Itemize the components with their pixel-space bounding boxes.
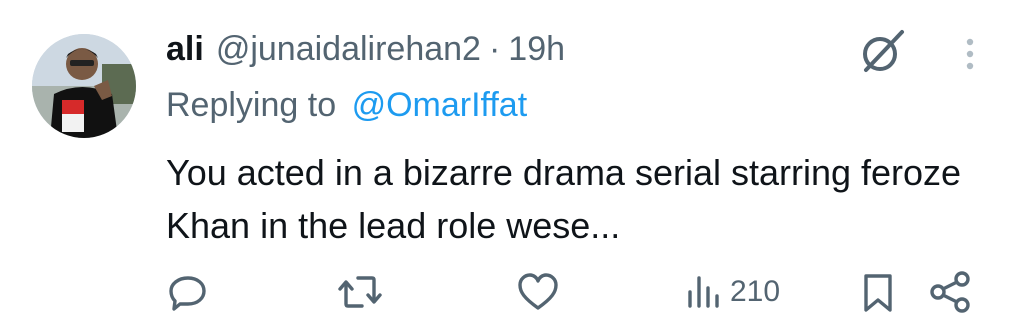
separator-dot: · xyxy=(488,30,501,68)
more-vertical-icon[interactable] xyxy=(950,34,990,74)
reply-icon xyxy=(166,270,210,314)
views-bar-chart-icon xyxy=(686,270,722,314)
user-handle[interactable]: @junaidalirehan2 xyxy=(216,30,481,69)
tweet-header: ali @junaidalirehan2 · 19h xyxy=(166,30,565,76)
bookmark-icon xyxy=(858,270,898,314)
bookmark-button[interactable] xyxy=(858,266,898,318)
reply-button[interactable] xyxy=(166,266,210,318)
avatar[interactable] xyxy=(32,34,136,138)
view-count: 210 xyxy=(730,275,781,308)
display-name[interactable]: ali xyxy=(166,30,204,69)
timestamp[interactable]: 19h xyxy=(508,30,565,69)
views-button[interactable]: 210 xyxy=(686,266,780,318)
replying-to-line: Replying to @OmarIffat xyxy=(166,86,527,125)
retweet-button[interactable] xyxy=(336,266,384,318)
share-button[interactable] xyxy=(928,266,974,318)
like-button[interactable] xyxy=(516,266,560,318)
action-bar: 210 xyxy=(0,266,1024,318)
heart-icon xyxy=(516,270,560,314)
replying-to-mention[interactable]: @OmarIffat xyxy=(352,86,528,124)
retweet-icon xyxy=(336,270,384,314)
replying-to-label: Replying to xyxy=(166,86,337,124)
tweet-text: You acted in a bizarre drama serial star… xyxy=(166,152,962,246)
tweet[interactable]: ali @junaidalirehan2 · 19h Replying to @… xyxy=(0,0,1024,318)
share-icon xyxy=(928,270,974,314)
grok-icon[interactable] xyxy=(856,26,908,78)
